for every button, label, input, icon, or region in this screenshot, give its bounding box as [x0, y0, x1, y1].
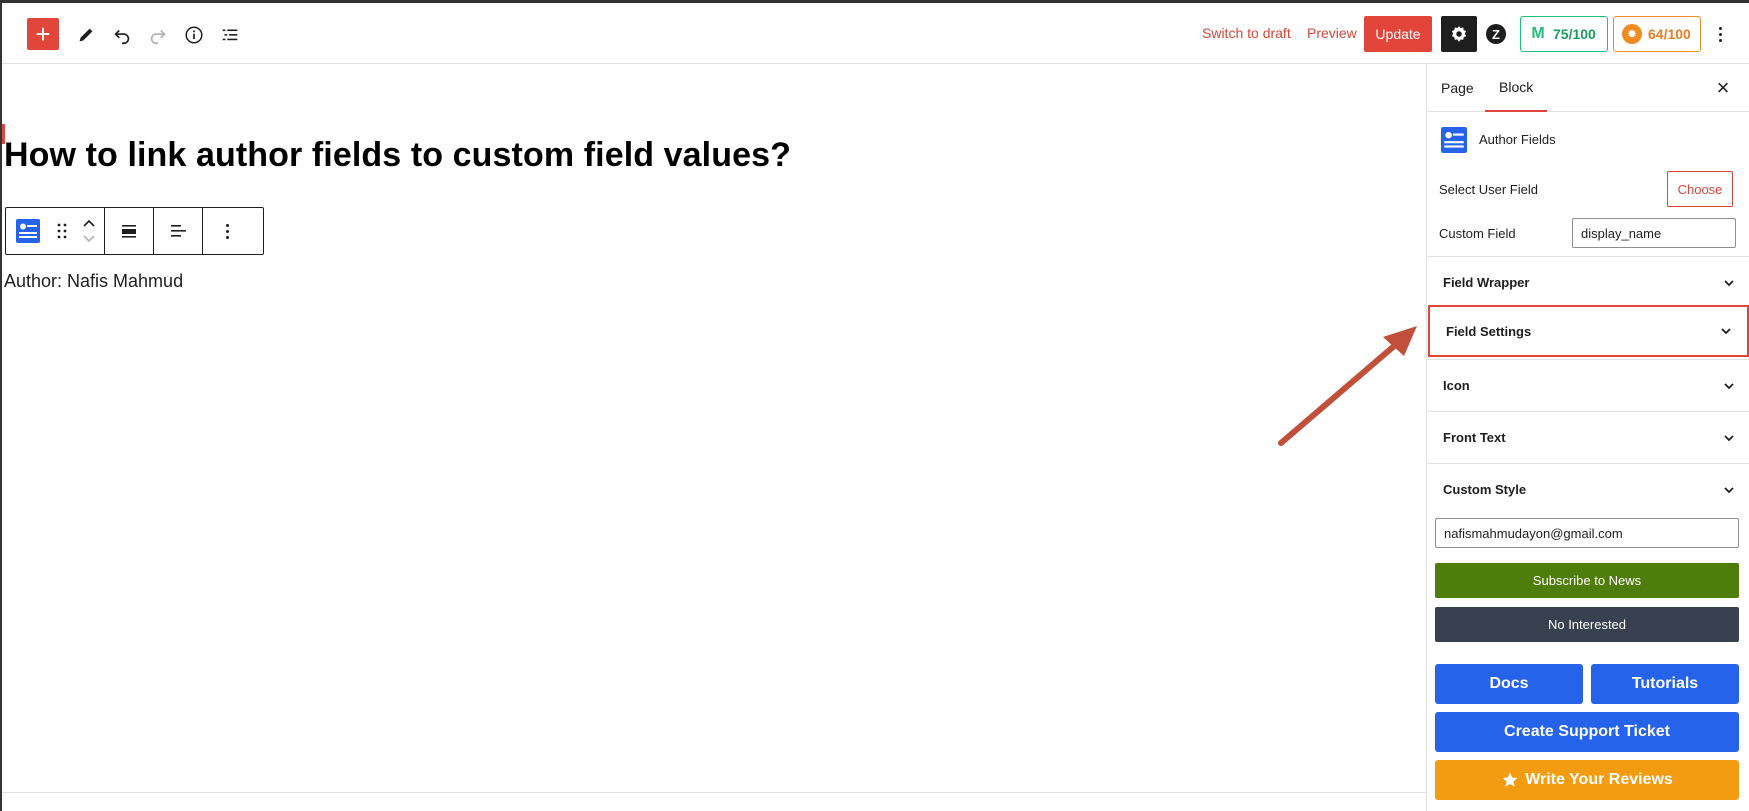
newsletter-email-input[interactable] — [1435, 518, 1739, 548]
chevron-down-icon — [1721, 328, 1731, 335]
close-icon: × — [1716, 75, 1730, 100]
kebab-dot — [225, 229, 229, 233]
redo-button[interactable] — [140, 17, 176, 53]
tab-page[interactable]: Page — [1427, 64, 1488, 112]
move-buttons — [74, 208, 104, 254]
panel-title: Icon — [1443, 378, 1470, 393]
align-left-icon — [171, 225, 186, 237]
chevron-down-icon — [1724, 434, 1734, 441]
chevron-down-icon — [1724, 486, 1734, 493]
custom-field-input[interactable] — [1572, 218, 1736, 248]
settings-button[interactable] — [1441, 16, 1477, 52]
block-toolbar-group-text — [154, 208, 203, 254]
not-interested-button[interactable]: No Interested — [1435, 607, 1739, 642]
block-align-button[interactable] — [105, 208, 153, 254]
readability-score-icon: ✹ — [1622, 24, 1642, 44]
editor-top-toolbar: + Switch to draft Preview Update Z M 75/… — [2, 3, 1749, 64]
chevron-down-icon — [1724, 279, 1734, 286]
select-user-field-label: Select User Field — [1439, 182, 1538, 197]
align-wide-icon — [122, 225, 136, 238]
tutorials-button[interactable]: Tutorials — [1591, 664, 1739, 704]
panel-front-text[interactable]: Front Text — [1427, 411, 1749, 463]
block-toolbar-group-more — [203, 208, 251, 254]
sidebar-tabs: Page Block × — [1427, 64, 1749, 112]
plugin-z-icon[interactable]: Z — [1486, 24, 1506, 44]
plus-icon: + — [35, 19, 51, 49]
redo-icon — [150, 29, 166, 45]
undo-button[interactable] — [104, 17, 140, 53]
author-field-output[interactable]: Author: Nafis Mahmud — [4, 271, 183, 292]
choose-button[interactable]: Choose — [1667, 171, 1733, 207]
docs-button[interactable]: Docs — [1435, 664, 1583, 704]
panel-field-settings[interactable]: Field Settings — [1428, 305, 1749, 357]
settings-sidebar: Page Block × Author Fields Select User F… — [1426, 64, 1749, 811]
panel-title: Custom Style — [1443, 482, 1527, 497]
star-icon — [1502, 772, 1518, 787]
kebab-dot — [225, 223, 229, 227]
text-align-button[interactable] — [154, 208, 202, 254]
undo-icon — [114, 29, 130, 45]
switch-to-draft-button[interactable]: Switch to draft — [1202, 25, 1291, 41]
kebab-dot — [1718, 26, 1722, 30]
panel-title: Field Settings — [1446, 323, 1532, 339]
panel-title: Field Wrapper — [1443, 275, 1530, 290]
block-card: Author Fields — [1427, 112, 1749, 172]
pencil-icon — [79, 28, 93, 42]
chevron-up-icon[interactable] — [82, 219, 96, 228]
preview-button[interactable]: Preview — [1307, 25, 1357, 41]
options-menu-button[interactable] — [1708, 20, 1732, 48]
seo-score-icon: M — [1531, 25, 1545, 42]
block-title: Author Fields — [1479, 132, 1556, 147]
add-block-button[interactable]: + — [27, 18, 59, 50]
custom-field-label: Custom Field — [1439, 226, 1516, 241]
tab-block[interactable]: Block — [1485, 64, 1548, 112]
chevron-down-icon[interactable] — [82, 234, 96, 243]
readability-score-button[interactable]: ✹ 64/100 — [1613, 16, 1701, 52]
editor-footer-divider — [2, 792, 1426, 793]
seo-score-value: 75/100 — [1553, 26, 1596, 42]
subscribe-button[interactable]: Subscribe to News — [1435, 563, 1739, 598]
block-options-button[interactable] — [203, 208, 251, 254]
block-toolbar-group-align — [105, 208, 154, 254]
drag-handle[interactable] — [50, 208, 74, 254]
kebab-dot — [1718, 32, 1722, 36]
write-reviews-label: Write Your Reviews — [1525, 771, 1673, 788]
readability-score-value: 64/100 — [1648, 26, 1691, 42]
author-card-icon — [1441, 127, 1467, 153]
block-toolbar-group-switcher — [6, 208, 105, 254]
kebab-dot — [1718, 38, 1722, 42]
drag-handle-icon — [57, 223, 67, 239]
panel-title: Front Text — [1443, 430, 1506, 445]
seo-score-button[interactable]: M 75/100 — [1520, 16, 1608, 52]
update-button[interactable]: Update — [1364, 16, 1432, 52]
list-view-button[interactable] — [212, 17, 248, 53]
close-sidebar-button[interactable]: × — [1711, 75, 1735, 100]
post-title[interactable]: How to link author fields to custom fiel… — [4, 136, 791, 175]
write-reviews-button[interactable]: Write Your Reviews — [1435, 760, 1739, 800]
details-button[interactable] — [176, 17, 212, 53]
gear-icon — [1451, 26, 1467, 42]
info-icon — [185, 26, 203, 44]
block-type-button[interactable] — [6, 208, 50, 254]
create-support-ticket-button[interactable]: Create Support Ticket — [1435, 712, 1739, 752]
block-toolbar — [5, 207, 264, 255]
panel-field-wrapper[interactable]: Field Wrapper — [1427, 256, 1749, 308]
chevron-down-icon — [1724, 382, 1734, 389]
panel-icon[interactable]: Icon — [1427, 359, 1749, 411]
list-view-icon — [222, 29, 238, 41]
kebab-dot — [225, 235, 229, 239]
panel-custom-style[interactable]: Custom Style — [1427, 463, 1749, 515]
edit-tool-button[interactable] — [68, 17, 104, 53]
author-card-icon — [16, 219, 40, 243]
editor-canvas: How to link author fields to custom fiel… — [2, 64, 1426, 811]
